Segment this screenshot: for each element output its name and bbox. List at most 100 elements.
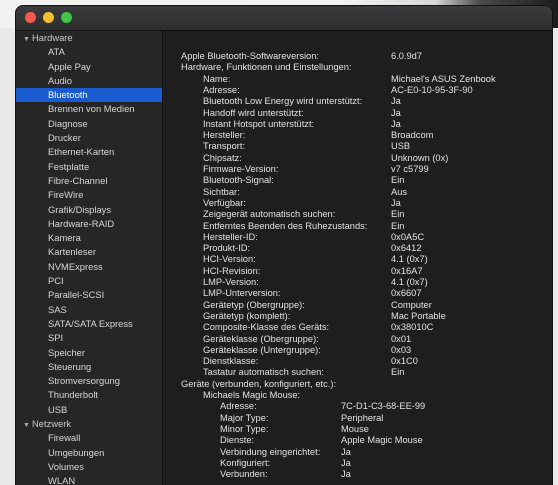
detail-label: Minor Type: — [220, 423, 269, 434]
detail-value: 0x38010C — [391, 322, 434, 333]
details-pane: Apple Bluetooth-Softwareversion: 6.0.9d7 H… — [163, 31, 552, 485]
detail-row: Konfiguriert: Ja — [163, 458, 552, 470]
sidebar-item-label: Umgebungen — [48, 446, 105, 458]
sidebar-item-thunderbolt[interactable]: Thunderbolt — [16, 388, 162, 402]
detail-label: Bluetooth Low Energy wird unterstützt: — [203, 96, 363, 107]
sidebar-item-label: Ethernet-Karten — [48, 146, 115, 158]
detail-label: Bluetooth-Signal: — [203, 175, 274, 186]
sidebar-item-label: Grafik/Displays — [48, 203, 112, 215]
sidebar-item-sas[interactable]: SAS — [16, 303, 162, 317]
sidebar-item-firewall[interactable]: Firewall — [16, 431, 162, 445]
system-information-window: ▼ Hardware ATA Apple Pay Audio Bluetooth Brenn… — [16, 6, 552, 485]
sidebar-item-label: Kamera — [48, 232, 81, 244]
detail-row: Minor Type: Mouse — [163, 424, 552, 436]
detail-label: Michaels Magic Mouse: — [203, 390, 301, 400]
detail-label: Dienstklasse: — [203, 356, 259, 367]
detail-label: Konfiguriert: — [220, 457, 271, 468]
sidebar-item-diagnose[interactable]: Diagnose — [16, 117, 162, 131]
detail-row: Entferntes Beenden des Ruhezustands: Ein — [163, 221, 552, 233]
sidebar-item-speicher[interactable]: Speicher — [16, 346, 162, 360]
detail-label: Chipsatz: — [203, 152, 242, 163]
sidebar-item-label: Fibre-Channel — [48, 174, 108, 186]
detail-label: Hersteller-ID: — [203, 231, 258, 242]
detail-row: Sichtbar: Aus — [163, 187, 552, 199]
sidebar-item-apple-pay[interactable]: Apple Pay — [16, 60, 162, 74]
sidebar-item-kartenleser[interactable]: Kartenleser — [16, 245, 162, 259]
detail-label: Firmware-Version: — [203, 164, 279, 174]
detail-row: HCI-Revision: 0x16A7 — [163, 266, 552, 278]
detail-value: v7 c5799 — [391, 164, 429, 174]
detail-row: Handoff wird unterstützt: Ja — [163, 108, 552, 120]
detail-row: Apple Bluetooth-Softwareversion: 6.0.9d7 — [163, 51, 552, 63]
detail-row: Verbindung eingerichtet: Ja — [163, 447, 552, 459]
sidebar: ▼ Hardware ATA Apple Pay Audio Bluetooth Brenn… — [16, 31, 163, 485]
detail-row: Zeigegerät automatisch suchen: Ein — [163, 209, 552, 221]
sidebar-item-brennen-von-medien[interactable]: Brennen von Medien — [16, 102, 162, 116]
detail-row: Geräteklasse (Untergruppe): 0x03 — [163, 345, 552, 357]
detail-row: Name: Michael's ASUS Zenbook — [163, 74, 552, 86]
sidebar-item-spi[interactable]: SPI — [16, 331, 162, 345]
sidebar-item-label: Firewall — [48, 432, 81, 444]
sidebar-item-label: SPI — [48, 332, 64, 344]
sidebar-item-umgebungen[interactable]: Umgebungen — [16, 446, 162, 460]
sidebar-item-firewire[interactable]: FireWire — [16, 188, 162, 202]
detail-value: 4.1 (0x7) — [391, 254, 428, 265]
detail-value: Ja — [391, 197, 401, 208]
sidebar-item-wlan[interactable]: WLAN — [16, 474, 162, 485]
sidebar-item-ata[interactable]: ATA — [16, 45, 162, 59]
detail-row: Composite-Klasse des Geräts: 0x38010C — [163, 322, 552, 334]
detail-label: Verfügbar: — [203, 197, 246, 208]
detail-row: Chipsatz: Unknown (0x) — [163, 153, 552, 165]
sidebar-item-usb[interactable]: USB — [16, 403, 162, 417]
detail-label: Verbindung eingerichtet: — [220, 446, 321, 457]
detail-label: HCI-Version: — [203, 254, 256, 265]
detail-value: Unknown (0x) — [391, 152, 449, 163]
detail-row: LMP-Version: 4.1 (0x7) — [163, 277, 552, 289]
detail-value: 0x01 — [391, 333, 412, 344]
detail-label: Geräteklasse (Obergruppe): — [203, 333, 319, 344]
detail-label: Produkt-ID: — [203, 243, 251, 254]
detail-row: Verbunden: Ja — [163, 469, 552, 481]
detail-label: Verbunden: — [220, 469, 268, 480]
detail-label: Hardware, Funktionen und Einstellungen: — [181, 62, 352, 73]
detail-label: Hersteller: — [203, 130, 246, 141]
sidebar-item-steuerung[interactable]: Steuerung — [16, 360, 162, 374]
minimize-window-button[interactable] — [43, 12, 54, 23]
sidebar-item-hardware-raid[interactable]: Hardware-RAID — [16, 217, 162, 231]
sidebar-item-label: Speicher — [48, 346, 86, 358]
sidebar-item-sata-sata-express[interactable]: SATA/SATA Express — [16, 317, 162, 331]
sidebar-item-festplatte[interactable]: Festplatte — [16, 160, 162, 174]
sidebar-item-label: Volumes — [48, 460, 84, 472]
sidebar-item-kamera[interactable]: Kamera — [16, 231, 162, 245]
close-window-button[interactable] — [25, 12, 36, 23]
sidebar-item-nvmexpress[interactable]: NVMExpress — [16, 260, 162, 274]
sidebar-group-hardware[interactable]: ▼ Hardware — [16, 31, 162, 45]
sidebar-item-label: Bluetooth — [48, 89, 88, 101]
detail-label: LMP-Unterversion: — [203, 288, 281, 299]
sidebar-group-netzwerk[interactable]: ▼ Netzwerk — [16, 417, 162, 431]
detail-value: 6.0.9d7 — [391, 51, 423, 61]
detail-row: Dienstklasse: 0x1C0 — [163, 356, 552, 368]
detail-value: Ja — [391, 96, 401, 107]
sidebar-item-label: Drucker — [48, 132, 81, 144]
sidebar-item-label: Hardware — [32, 32, 73, 43]
sidebar-item-pci[interactable]: PCI — [16, 274, 162, 288]
detail-label: Adresse: — [220, 401, 257, 412]
sidebar-item-volumes[interactable]: Volumes — [16, 460, 162, 474]
detail-value: Ein — [391, 220, 405, 231]
detail-label: Sichtbar: — [203, 186, 240, 197]
sidebar-item-grafik-displays[interactable]: Grafik/Displays — [16, 203, 162, 217]
sidebar-item-ethernet-karten[interactable]: Ethernet-Karten — [16, 145, 162, 159]
sidebar-item-parallel-scsi[interactable]: Parallel-SCSI — [16, 288, 162, 302]
detail-row: Hardware, Funktionen und Einstellungen: — [163, 62, 552, 74]
detail-value: AC-E0-10-95-3F-90 — [391, 84, 473, 95]
detail-value: Peripheral — [341, 412, 384, 423]
sidebar-item-audio[interactable]: Audio — [16, 74, 162, 88]
sidebar-item-fibre-channel[interactable]: Fibre-Channel — [16, 174, 162, 188]
sidebar-item-stromversorgung[interactable]: Stromversorgung — [16, 374, 162, 388]
sidebar-item-bluetooth[interactable]: Bluetooth — [16, 88, 162, 103]
sidebar-item-drucker[interactable]: Drucker — [16, 131, 162, 145]
zoom-window-button[interactable] — [61, 12, 72, 23]
detail-value: USB — [391, 141, 411, 152]
detail-label: Gerätetyp (komplett): — [203, 310, 291, 321]
